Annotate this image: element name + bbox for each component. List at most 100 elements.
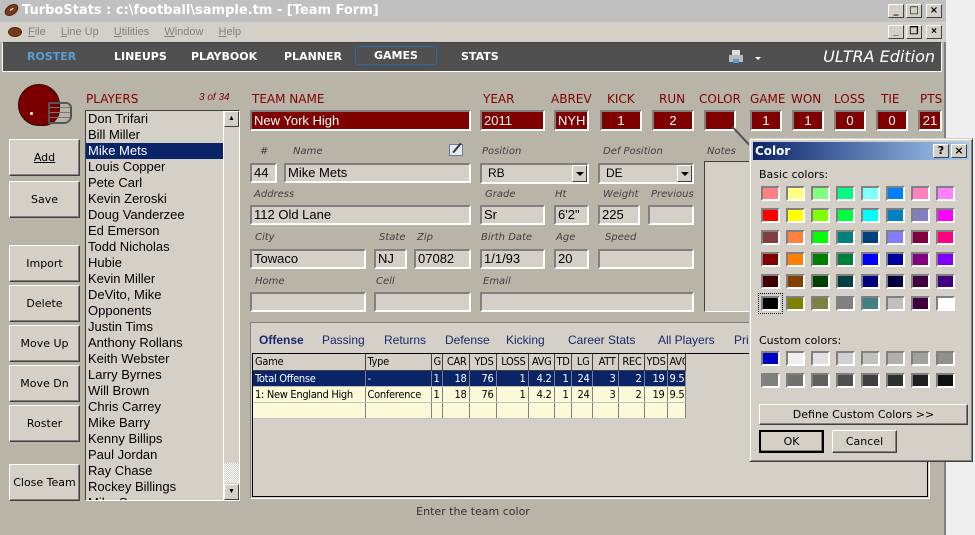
color-swatch[interactable] [761, 186, 780, 201]
previous-field[interactable] [648, 205, 694, 225]
minimize-button[interactable]: _ [888, 4, 904, 18]
color-swatch[interactable] [886, 252, 905, 267]
kick-field[interactable]: 1 [600, 110, 642, 131]
player-list-item[interactable]: Louis Copper [86, 159, 223, 175]
color-swatch[interactable] [936, 230, 955, 245]
tab-planner[interactable]: PLANNER [284, 50, 342, 63]
save-button[interactable]: Save [9, 181, 80, 218]
color-swatch[interactable] [836, 296, 855, 311]
stats-tab-career-stats[interactable]: Career Stats [568, 333, 635, 347]
color-swatch[interactable] [861, 351, 880, 366]
player-list-item[interactable]: Ed Emerson [86, 223, 223, 239]
dialog-close-button[interactable]: × [951, 144, 967, 158]
color-swatch[interactable] [811, 351, 830, 366]
import-button[interactable]: Import [9, 245, 80, 282]
abrev-field[interactable]: NYH [554, 110, 589, 131]
player-list-item[interactable]: Paul Jordan [86, 447, 223, 463]
tab-lineups[interactable]: LINEUPS [114, 50, 167, 63]
stats-tab-kicking[interactable]: Kicking [506, 333, 545, 347]
color-swatch[interactable] [861, 373, 880, 388]
loss-field[interactable]: 0 [834, 110, 866, 131]
color-swatch[interactable] [786, 274, 805, 289]
child-restore-button[interactable]: ❐ [906, 25, 922, 39]
color-swatch[interactable] [761, 351, 780, 366]
email-field[interactable] [480, 292, 694, 312]
color-swatch[interactable] [761, 230, 780, 245]
maximize-button[interactable]: □ [906, 4, 922, 18]
table-row[interactable] [253, 402, 686, 419]
player-list-item[interactable]: Mike Barry [86, 415, 223, 431]
printer-icon[interactable] [729, 50, 743, 64]
help-button[interactable]: ? [933, 144, 949, 158]
column-header[interactable]: TD [554, 354, 572, 371]
player-list-item[interactable]: Ray Chase [86, 463, 223, 479]
player-list-item[interactable]: Don Trifari [86, 111, 223, 127]
roster-button[interactable]: Roster [9, 405, 80, 442]
stats-tab-offense[interactable]: Offense [259, 333, 304, 347]
color-swatch[interactable] [761, 274, 780, 289]
color-swatch[interactable] [761, 373, 780, 388]
chevron-down-icon[interactable] [677, 165, 692, 182]
color-swatch[interactable] [786, 252, 805, 267]
stats-tab-passing[interactable]: Passing [322, 333, 365, 347]
move-up-button[interactable]: Move Up [9, 325, 80, 362]
color-swatch[interactable] [786, 186, 805, 201]
color-swatch[interactable] [936, 208, 955, 223]
number-field[interactable]: 44 [250, 163, 277, 183]
player-list-item[interactable]: Chris Carrey [86, 399, 223, 415]
color-swatch[interactable] [761, 208, 780, 223]
color-swatch[interactable] [911, 252, 930, 267]
column-header[interactable]: AVG [667, 354, 686, 371]
tab-games[interactable]: GAMES [355, 46, 437, 65]
color-swatch[interactable] [861, 186, 880, 201]
column-header[interactable]: ATT [592, 354, 619, 371]
age-field[interactable]: 20 [554, 249, 589, 269]
won-field[interactable]: 1 [792, 110, 824, 131]
player-list-item[interactable]: Mike Mets [86, 143, 223, 159]
add-button[interactable]: Add [9, 139, 80, 176]
column-header[interactable]: G [431, 354, 443, 371]
color-swatch[interactable] [836, 252, 855, 267]
child-minimize-button[interactable]: _ [888, 25, 904, 39]
ht-field[interactable]: 6'2" [554, 205, 589, 225]
edit-name-icon[interactable] [449, 144, 463, 156]
position-select[interactable]: RB [480, 163, 589, 184]
column-header[interactable]: LG [571, 354, 593, 371]
tie-field[interactable]: 0 [876, 110, 908, 131]
color-swatch[interactable] [911, 230, 930, 245]
color-swatch[interactable] [886, 186, 905, 201]
color-swatch[interactable] [936, 373, 955, 388]
color-swatch[interactable] [936, 296, 955, 311]
color-swatch[interactable] [786, 373, 805, 388]
player-list-item[interactable]: Kevin Miller [86, 271, 223, 287]
player-list-item[interactable]: Todd Nicholas [86, 239, 223, 255]
player-list-item[interactable]: Larry Byrnes [86, 367, 223, 383]
color-swatch[interactable] [811, 274, 830, 289]
color-swatch[interactable] [786, 208, 805, 223]
define-custom-colors-button[interactable]: Define Custom Colors >> [759, 404, 968, 425]
color-swatch[interactable] [761, 252, 780, 267]
color-swatch[interactable] [936, 252, 955, 267]
color-swatch[interactable] [786, 296, 805, 311]
color-swatch[interactable] [886, 274, 905, 289]
color-swatch[interactable] [861, 252, 880, 267]
player-list-item[interactable]: Doug Vanderzee [86, 207, 223, 223]
close-team-button[interactable]: Close Team [9, 464, 80, 501]
color-swatch[interactable] [936, 351, 955, 366]
print-dropdown-icon[interactable] [755, 57, 761, 60]
color-swatch[interactable] [911, 186, 930, 201]
chevron-down-icon[interactable] [572, 165, 587, 182]
player-list-item[interactable]: Opponents [86, 303, 223, 319]
menu-line-up[interactable]: Line Up [61, 26, 99, 38]
player-list-item[interactable]: Bill Miller [86, 127, 223, 143]
color-swatch[interactable] [886, 208, 905, 223]
players-scrollbar[interactable]: ▲ ▼ [223, 111, 239, 500]
color-swatch[interactable] [758, 293, 783, 314]
color-swatch[interactable] [886, 351, 905, 366]
def-position-select[interactable]: DE [598, 163, 694, 184]
column-header[interactable]: CAR [442, 354, 470, 371]
home-phone-field[interactable] [250, 292, 366, 312]
player-list-item[interactable]: Anthony Rollans [86, 335, 223, 351]
stats-tab-defense[interactable]: Defense [445, 333, 490, 347]
speed-field[interactable] [598, 249, 694, 269]
